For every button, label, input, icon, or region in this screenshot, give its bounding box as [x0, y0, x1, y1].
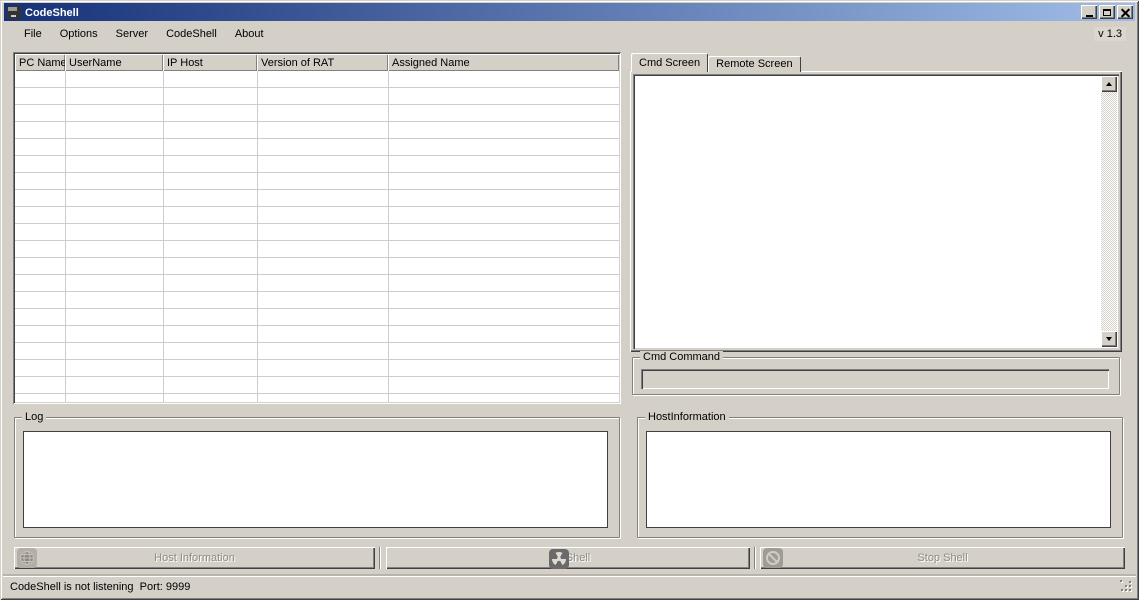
menu-item-codeshell[interactable]: CodeShell — [157, 25, 226, 43]
vertical-scrollbar — [1101, 76, 1117, 347]
grid-line — [388, 71, 389, 402]
radiation-icon — [549, 549, 569, 569]
maximize-icon — [1103, 9, 1111, 16]
maximize-button[interactable] — [1099, 5, 1115, 19]
menu-item-about[interactable]: About — [226, 25, 273, 43]
status-text: CodeShell is not listening Port: 9999 — [10, 581, 190, 593]
minimize-button[interactable] — [1081, 5, 1097, 19]
button-separator — [754, 547, 756, 569]
clients-listview[interactable]: PC Name UserName IP Host Version of RAT … — [13, 52, 621, 404]
cmd-screen-tabpage — [630, 71, 1122, 352]
menu-item-server[interactable]: Server — [107, 25, 157, 43]
host-information-label: HostInformation — [645, 411, 729, 424]
menu-item-options[interactable]: Options — [51, 25, 107, 43]
column-header-pc-name[interactable]: PC Name — [15, 54, 65, 71]
grid-line — [257, 71, 258, 402]
window-title: CodeShell — [25, 6, 1081, 19]
arrow-down-icon — [1106, 337, 1112, 341]
column-header-version-of-rat[interactable]: Version of RAT — [257, 54, 388, 71]
tab-cmd-screen[interactable]: Cmd Screen — [631, 53, 708, 72]
host-information-groupbox: HostInformation — [637, 417, 1123, 538]
version-label: v 1.3 — [1094, 27, 1126, 41]
statusbar: CodeShell is not listening Port: 9999 — [3, 576, 1136, 597]
tab-remote-screen[interactable]: Remote Screen — [708, 56, 800, 72]
minimize-icon — [1086, 15, 1093, 17]
prohibition-icon — [763, 548, 783, 568]
log-groupbox: Log — [14, 417, 620, 538]
stop-shell-button[interactable]: Stop Shell — [760, 547, 1125, 569]
menubar: File Options Server CodeShell About v 1.… — [4, 23, 1135, 45]
scroll-down-button[interactable] — [1101, 331, 1117, 347]
shell-button[interactable]: Shell — [386, 547, 750, 569]
log-textbox[interactable] — [23, 431, 608, 528]
window-controls — [1081, 5, 1133, 19]
grid-line — [65, 71, 66, 402]
cmd-output-textbox[interactable] — [633, 74, 1119, 349]
column-header-ip-host[interactable]: IP Host — [163, 54, 257, 71]
app-icon — [7, 6, 21, 19]
scrollbar-track[interactable] — [1101, 92, 1117, 331]
host-information-textbox[interactable] — [646, 431, 1111, 528]
scroll-up-button[interactable] — [1101, 76, 1117, 92]
arrow-up-icon — [1106, 82, 1112, 86]
resize-grip[interactable] — [1120, 580, 1133, 593]
app-window: CodeShell File Options Server CodeShell … — [0, 0, 1139, 600]
listview-body[interactable] — [15, 71, 619, 402]
column-header-assigned-name[interactable]: Assigned Name — [388, 54, 619, 71]
shell-button-label: Shell — [566, 552, 590, 564]
screen-tabs: Cmd Screen Remote Screen — [631, 53, 801, 72]
host-information-button[interactable]: Host Information — [14, 547, 375, 569]
close-button[interactable] — [1117, 5, 1133, 19]
cmd-command-input[interactable] — [641, 369, 1109, 389]
log-label: Log — [22, 411, 46, 424]
column-header-username[interactable]: UserName — [65, 54, 163, 71]
close-icon — [1121, 8, 1130, 17]
menu-item-file[interactable]: File — [15, 25, 51, 43]
stop-shell-button-label: Stop Shell — [917, 552, 967, 564]
globe-icon — [17, 548, 37, 568]
cmd-command-label: Cmd Command — [640, 351, 723, 364]
titlebar: CodeShell — [4, 3, 1135, 21]
cmd-command-groupbox: Cmd Command — [632, 357, 1120, 395]
listview-header: PC Name UserName IP Host Version of RAT … — [15, 54, 619, 71]
grid-line — [163, 71, 164, 402]
host-information-button-label: Host Information — [154, 552, 235, 564]
button-separator — [379, 547, 381, 569]
